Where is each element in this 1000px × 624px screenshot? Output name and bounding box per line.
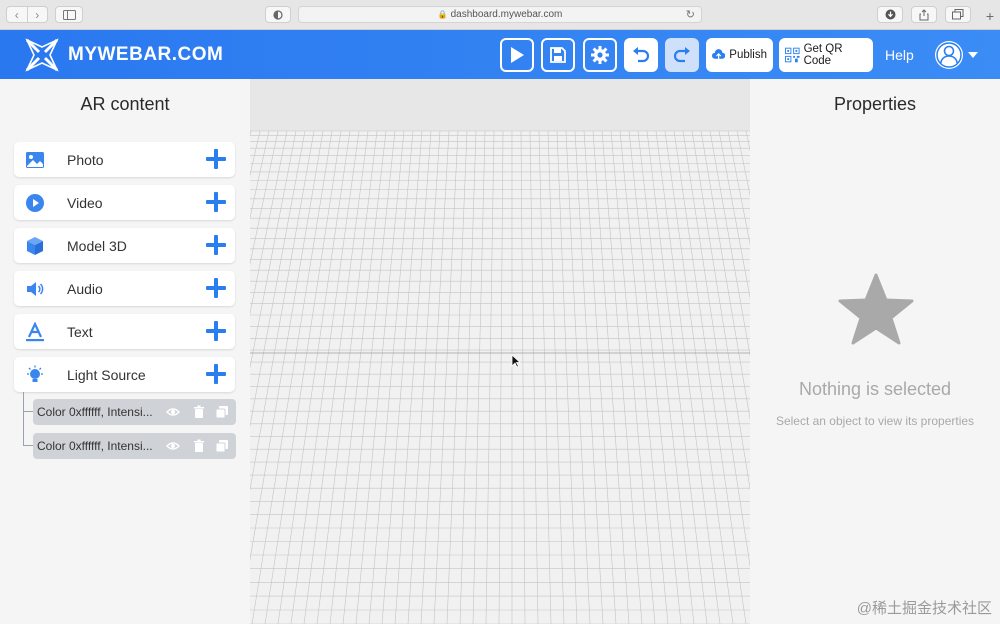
gear-icon <box>591 46 609 64</box>
duplicate-icon[interactable] <box>215 439 229 453</box>
lock-icon: 🔒 <box>437 10 448 19</box>
content-item-photo[interactable]: Photo <box>14 142 235 177</box>
qr-code-icon <box>785 47 800 63</box>
content-item-label: Audio <box>67 281 103 297</box>
play-button[interactable] <box>500 38 534 72</box>
add-video-plus-icon[interactable] <box>205 191 227 213</box>
help-link[interactable]: Help <box>885 47 914 63</box>
undo-icon <box>633 47 650 63</box>
add-audio-plus-icon[interactable] <box>205 277 227 299</box>
add-light-plus-icon[interactable] <box>205 363 227 385</box>
duplicate-icon[interactable] <box>215 405 229 419</box>
light-source-item[interactable]: Color 0xffffff, Intensi... <box>33 399 236 425</box>
reload-icon[interactable]: ↻ <box>686 8 695 21</box>
eye-icon[interactable] <box>166 439 180 453</box>
content-item-light-source[interactable]: Light Source <box>14 357 235 392</box>
eye-icon[interactable] <box>166 405 180 419</box>
undo-button[interactable] <box>624 38 658 72</box>
forward-arrow-icon[interactable]: › <box>26 7 48 22</box>
video-play-icon <box>26 194 44 212</box>
ar-content-panel: AR content Photo Video Model 3D Audio Te… <box>0 79 250 624</box>
text-icon <box>26 322 44 342</box>
qr-label: Get QR Code <box>803 43 843 67</box>
light-source-label: Color 0xffffff, Intensi... <box>37 405 153 419</box>
content-item-label: Light Source <box>67 367 146 383</box>
trash-icon[interactable] <box>192 405 206 419</box>
publish-label: Publish <box>729 49 767 61</box>
trash-icon[interactable] <box>192 439 206 453</box>
scene-viewport[interactable] <box>250 79 750 624</box>
download-icon[interactable] <box>877 6 903 23</box>
save-button[interactable] <box>541 38 575 72</box>
star-icon <box>838 273 914 345</box>
panel-title: AR content <box>80 94 170 114</box>
get-qr-code-button[interactable]: Get QR Code <box>779 38 873 72</box>
photo-icon <box>26 152 44 168</box>
content-item-label: Video <box>67 195 103 211</box>
ground-grid <box>250 130 750 624</box>
account-dropdown-caret-icon[interactable] <box>968 52 978 58</box>
light-source-item[interactable]: Color 0xffffff, Intensi... <box>33 433 236 459</box>
logo-text[interactable]: MYWEBAR.COM <box>68 44 223 66</box>
cube-icon <box>27 237 43 255</box>
url-text: dashboard.mywebar.com <box>450 9 563 20</box>
mywebar-logo-icon <box>25 38 59 72</box>
browser-nav: ‹ › <box>6 6 48 23</box>
share-icon[interactable] <box>911 6 937 23</box>
lightbulb-icon <box>27 365 43 382</box>
settings-button[interactable] <box>583 38 617 72</box>
tabs-overview-icon[interactable] <box>945 6 971 23</box>
back-arrow-icon[interactable]: ‹ <box>7 7 27 22</box>
address-bar[interactable]: 🔒 dashboard.mywebar.com ↻ <box>298 6 702 23</box>
properties-panel: Properties Nothing is selected Select an… <box>750 79 1000 624</box>
panel-title: Properties <box>833 94 917 114</box>
redo-icon <box>673 47 690 63</box>
save-icon <box>550 47 566 63</box>
content-item-label: Photo <box>67 152 104 168</box>
user-avatar-icon[interactable] <box>934 40 964 70</box>
app-header: MYWEBAR.COM Publish Get QR Code Help <box>0 30 1000 79</box>
content-item-text[interactable]: Text <box>14 314 235 349</box>
empty-state-title: Nothing is selected <box>798 379 952 399</box>
privacy-shield-icon[interactable] <box>265 6 291 23</box>
light-source-label: Color 0xffffff, Intensi... <box>37 439 153 453</box>
empty-state-subtitle: Select an object to view its properties <box>775 414 975 428</box>
content-item-label: Model 3D <box>67 238 127 254</box>
content-item-model-3d[interactable]: Model 3D <box>14 228 235 263</box>
add-model-plus-icon[interactable] <box>205 234 227 256</box>
add-photo-plus-icon[interactable] <box>205 148 227 170</box>
new-tab-icon[interactable]: + <box>982 7 998 24</box>
publish-button[interactable]: Publish <box>706 38 773 72</box>
speaker-icon <box>27 282 44 296</box>
content-item-audio[interactable]: Audio <box>14 271 235 306</box>
sidebar-toggle-icon[interactable] <box>55 6 83 23</box>
watermark: @稀土掘金技术社区 <box>856 600 992 617</box>
browser-toolbar: ‹ › 🔒 dashboard.mywebar.com ↻ + <box>0 0 1000 30</box>
play-icon <box>511 47 524 63</box>
add-text-plus-icon[interactable] <box>205 320 227 342</box>
content-item-label: Text <box>67 324 93 340</box>
cloud-upload-icon <box>712 49 726 60</box>
redo-button[interactable] <box>665 38 699 72</box>
mouse-cursor-icon <box>511 354 521 368</box>
tree-connector <box>23 392 25 446</box>
content-item-video[interactable]: Video <box>14 185 235 220</box>
